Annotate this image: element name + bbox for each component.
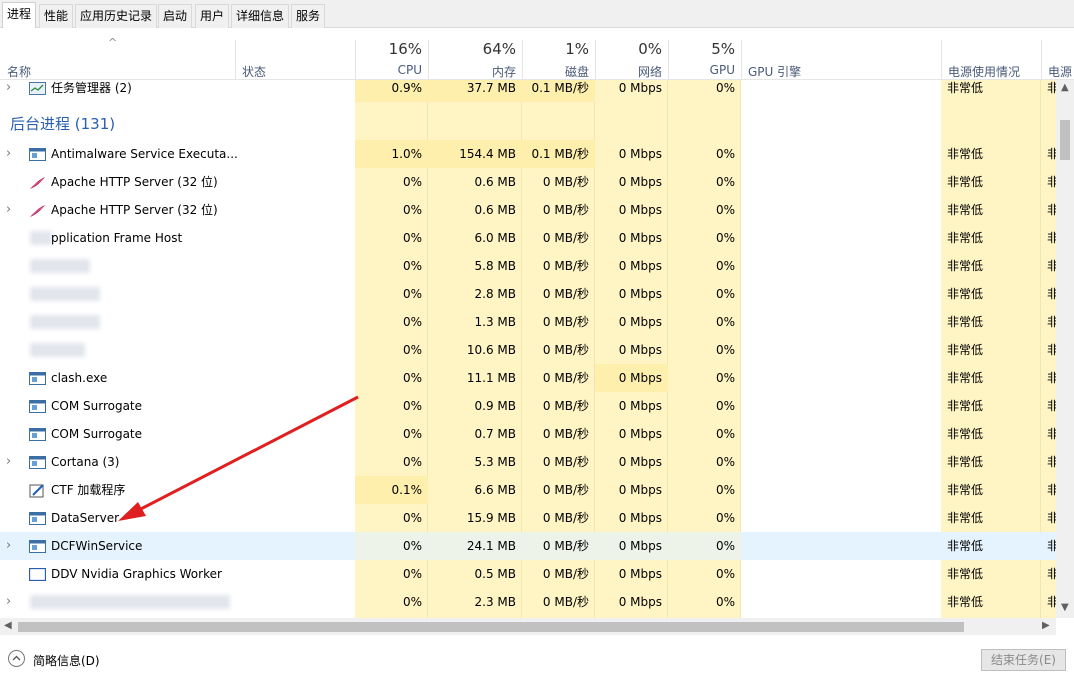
scroll-left-arrow[interactable]: ◀ [4,620,12,631]
annotation-arrow [118,395,359,521]
scroll-up-arrow[interactable]: ▲ [1061,82,1069,93]
horizontal-scroll-thumb[interactable] [18,622,964,632]
footer: 简略信息(D) 结束任务(E) [0,640,1074,685]
vertical-scrollbar[interactable]: ▲ ▼ [1056,80,1074,618]
scroll-right-arrow[interactable]: ▶ [1042,620,1050,631]
vertical-scroll-thumb[interactable] [1060,120,1070,160]
scroll-down-arrow[interactable]: ▼ [1061,602,1069,613]
horizontal-scrollbar[interactable]: ◀ ▶ [0,618,1056,635]
collapse-chevron-icon[interactable] [8,650,25,667]
fewer-details-link[interactable]: 简略信息(D) [33,652,100,669]
end-task-button[interactable]: 结束任务(E) [981,649,1066,671]
